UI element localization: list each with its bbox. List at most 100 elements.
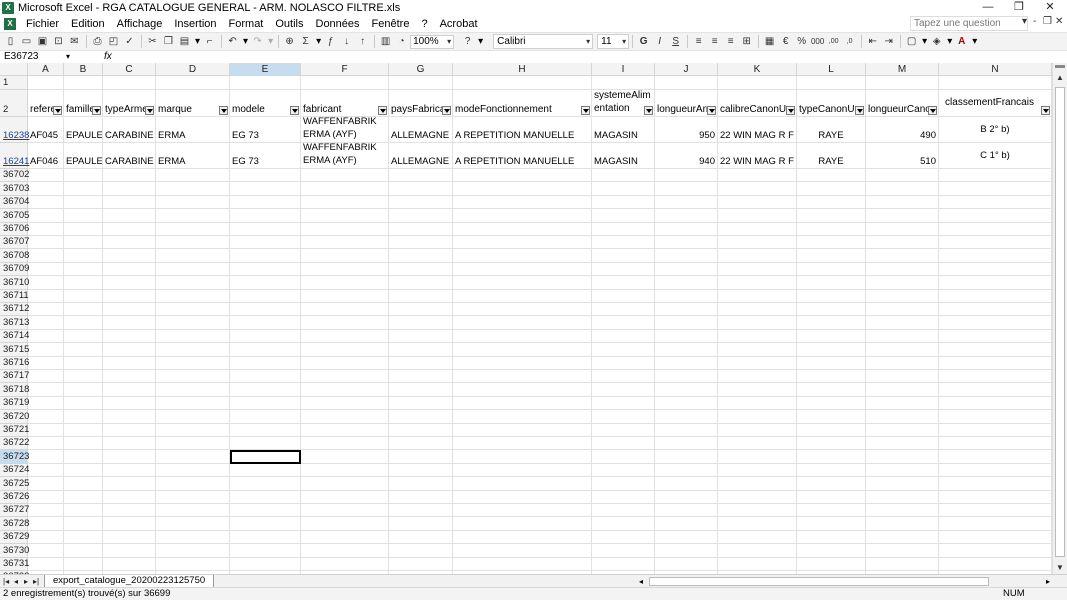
- header-cell-g[interactable]: paysFabrican: [389, 90, 453, 117]
- cell[interactable]: [301, 517, 389, 531]
- header-cell-d[interactable]: marque: [156, 90, 230, 117]
- cell[interactable]: [230, 316, 301, 330]
- cell[interactable]: [718, 316, 797, 330]
- cell[interactable]: [453, 557, 592, 571]
- ask-question-input[interactable]: Tapez une question: [910, 16, 1028, 31]
- cell[interactable]: [156, 222, 230, 236]
- cell[interactable]: [301, 195, 389, 210]
- cell[interactable]: [103, 289, 156, 303]
- cell[interactable]: [797, 356, 866, 370]
- cell[interactable]: [453, 289, 592, 303]
- cell[interactable]: [156, 517, 230, 531]
- column-header-e[interactable]: E: [230, 63, 301, 76]
- column-header-a[interactable]: A: [28, 63, 64, 76]
- cell[interactable]: [64, 504, 103, 518]
- cell[interactable]: [453, 383, 592, 397]
- cell[interactable]: [230, 396, 301, 411]
- cell[interactable]: [64, 209, 103, 223]
- autofilter-dropdown-icon[interactable]: [53, 106, 62, 115]
- cell[interactable]: [866, 396, 939, 411]
- cell[interactable]: [939, 329, 1052, 344]
- data-cell-k[interactable]: 22 WIN MAG R F: [718, 117, 797, 143]
- data-cell-n[interactable]: B 2° b): [939, 117, 1052, 143]
- cell[interactable]: [64, 262, 103, 277]
- cell[interactable]: [301, 383, 389, 397]
- formula-input[interactable]: [118, 51, 1067, 63]
- row-header[interactable]: 36710: [0, 276, 29, 290]
- font-select[interactable]: Calibri ▾: [493, 34, 594, 49]
- cell[interactable]: [797, 544, 866, 558]
- cell[interactable]: [156, 289, 230, 303]
- cell[interactable]: [797, 423, 866, 437]
- cell[interactable]: [453, 450, 592, 464]
- cell[interactable]: [28, 289, 64, 303]
- cell[interactable]: [718, 544, 797, 558]
- cell[interactable]: [797, 222, 866, 236]
- cell[interactable]: [592, 182, 655, 196]
- font-size-dropdown-icon[interactable]: ▾: [622, 35, 626, 48]
- cell[interactable]: [866, 276, 939, 290]
- cell[interactable]: [718, 450, 797, 464]
- cell[interactable]: [797, 343, 866, 357]
- menu-insertion[interactable]: Insertion: [168, 18, 222, 30]
- cell[interactable]: [103, 262, 156, 277]
- cell[interactable]: [64, 396, 103, 411]
- column-header-h[interactable]: H: [453, 63, 592, 76]
- cell[interactable]: [655, 182, 718, 196]
- cell[interactable]: [389, 530, 453, 545]
- cell[interactable]: [64, 222, 103, 236]
- menu-fichier[interactable]: Fichier: [20, 18, 65, 30]
- cell[interactable]: [389, 370, 453, 384]
- cell[interactable]: [655, 316, 718, 330]
- cell[interactable]: [156, 236, 230, 250]
- column-header-g[interactable]: G: [389, 63, 453, 76]
- cell[interactable]: [156, 544, 230, 558]
- cell[interactable]: [453, 262, 592, 277]
- cell[interactable]: [103, 504, 156, 518]
- cell[interactable]: [301, 463, 389, 478]
- cell[interactable]: [230, 329, 301, 344]
- cell[interactable]: [64, 249, 103, 263]
- cell[interactable]: [103, 76, 156, 90]
- cell[interactable]: [453, 209, 592, 223]
- cell[interactable]: [301, 276, 389, 290]
- cell[interactable]: [797, 195, 866, 210]
- help-dropdown-icon[interactable]: ▾: [476, 36, 485, 47]
- cell[interactable]: [389, 463, 453, 478]
- cell[interactable]: [866, 517, 939, 531]
- row-header[interactable]: 36717: [0, 370, 29, 384]
- cell[interactable]: [655, 383, 718, 397]
- column-header-n[interactable]: N: [939, 63, 1052, 76]
- row-header[interactable]: 36724: [0, 463, 29, 478]
- cell[interactable]: [592, 222, 655, 236]
- percent-button[interactable]: %: [794, 34, 809, 49]
- cell[interactable]: [156, 329, 230, 344]
- cell[interactable]: [103, 396, 156, 411]
- restore-button[interactable]: ❐: [1003, 0, 1035, 15]
- data-cell-d[interactable]: ERMA: [156, 143, 230, 169]
- cell[interactable]: [301, 477, 389, 491]
- cell[interactable]: [28, 504, 64, 518]
- cell[interactable]: [655, 504, 718, 518]
- cell[interactable]: [939, 490, 1052, 504]
- cell[interactable]: [797, 236, 866, 250]
- cell[interactable]: [718, 195, 797, 210]
- cell[interactable]: [797, 490, 866, 504]
- function-icon[interactable]: ƒ: [323, 34, 338, 49]
- cell[interactable]: [230, 517, 301, 531]
- cell[interactable]: [939, 383, 1052, 397]
- cell[interactable]: [301, 396, 389, 411]
- cell[interactable]: [718, 504, 797, 518]
- cell[interactable]: [939, 530, 1052, 545]
- cell[interactable]: [797, 383, 866, 397]
- cell[interactable]: [230, 530, 301, 545]
- cell[interactable]: [592, 544, 655, 558]
- cell[interactable]: [939, 370, 1052, 384]
- cell[interactable]: [797, 477, 866, 491]
- cell[interactable]: [156, 303, 230, 317]
- cell[interactable]: [939, 423, 1052, 437]
- font-dropdown-icon[interactable]: ▾: [586, 35, 590, 48]
- cell[interactable]: [797, 76, 866, 90]
- cell[interactable]: [301, 343, 389, 357]
- cell[interactable]: [156, 343, 230, 357]
